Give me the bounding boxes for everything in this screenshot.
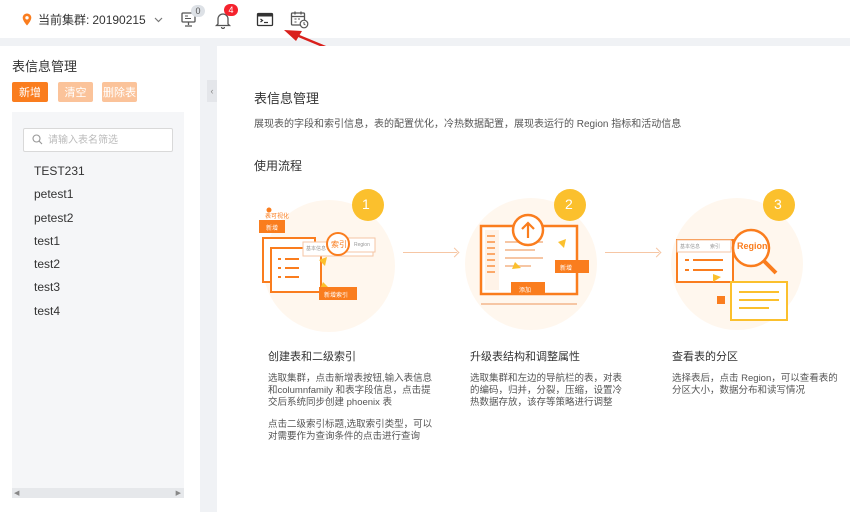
table-list-item[interactable]: test2 — [12, 253, 184, 276]
table-search-input[interactable] — [46, 131, 170, 149]
step-1-region-label: Region — [354, 242, 370, 248]
flow-title: 使用流程 — [254, 159, 303, 173]
step-2-append-label: 添加 — [519, 288, 532, 294]
flow-arrow-1 — [403, 252, 457, 253]
cluster-label: 当前集群: — [38, 13, 90, 27]
step-3-text: 选择表后，点击 Region，可以查看表的分区大小，数据分布和读写情况 — [672, 373, 838, 396]
table-list-item[interactable]: petest2 — [12, 207, 184, 230]
flow-arrow-2 — [605, 252, 659, 253]
page-description: 展现表的字段和索引信息，表的配置优化，冷热数据配置，展现表运行的 Region … — [254, 119, 682, 130]
table-search — [23, 128, 173, 152]
step-1-illustration: 1 表可视化 新增 基本信息 索引 Region 新增索引 — [257, 186, 407, 336]
table-list-item[interactable]: test3 — [12, 276, 184, 299]
search-icon — [32, 134, 43, 145]
step-1-basic-label: 基本信息 — [306, 246, 327, 252]
step-1-number: 1 — [362, 196, 370, 212]
terminal-button[interactable] — [256, 9, 276, 29]
table-list-item[interactable]: TEST231 — [12, 160, 184, 183]
step-2-illustration: 2 新增 添加 — [459, 186, 609, 336]
step-3-region-label: Region — [737, 241, 768, 251]
add-table-button[interactable]: 新增 — [12, 82, 48, 102]
table-list-item[interactable]: test4 — [12, 300, 184, 323]
cluster-selector[interactable]: 当前集群: 20190215 — [22, 11, 163, 28]
monitor-button[interactable]: 0 — [180, 5, 205, 29]
cluster-value: 20190215 — [92, 12, 146, 27]
step-2-text: 选取集群和左边的导航栏的表，对表的编码，归并，分裂，压缩，设置冷热数据存放，该存… — [470, 373, 623, 408]
top-bar: 当前集群: 20190215 0 4 — [0, 0, 850, 38]
step-2-number: 2 — [565, 196, 573, 212]
step-1-text-2: 点击二级索引标题,选取索引类型，可以对需要作为查询条件的点击进行查询 — [268, 419, 433, 442]
step-3-basic-label: 基本信息 — [680, 244, 701, 250]
page-title: 表信息管理 — [254, 91, 320, 106]
step-1-index-label: 索引 — [331, 240, 347, 249]
location-pin-icon — [22, 13, 32, 26]
notification-badge: 4 — [224, 4, 238, 16]
chevron-left-icon: ‹ — [210, 86, 214, 96]
schedule-button[interactable] — [290, 9, 310, 29]
table-list: TEST231 petest1 petest2 test1 test2 test3 test… — [12, 160, 184, 323]
step-1-text: 选取集群，点击新增表按钮,输入表信息和columnfamily 和表字段信息，点… — [268, 373, 433, 408]
step-3-title: 查看表的分区 — [672, 351, 738, 363]
chevron-down-icon — [154, 17, 163, 22]
step-1-tag: 表可视化 — [265, 214, 290, 220]
delete-table-button[interactable]: 删除表 — [102, 82, 137, 102]
sidebar-collapse-button[interactable]: ‹ — [207, 80, 217, 102]
step-2-title: 升级表结构和调整属性 — [470, 351, 580, 363]
step-3-number: 3 — [774, 196, 782, 212]
calendar-clock-icon — [290, 11, 309, 29]
step-3-illustration: 3 基本信息 索引 Region — [663, 186, 813, 336]
step-3-index-label: 索引 — [710, 244, 721, 250]
scroll-right-icon[interactable]: ▶ — [176, 489, 181, 497]
step-1-title: 创建表和二级索引 — [268, 351, 356, 363]
table-list-item[interactable]: petest1 — [12, 183, 184, 206]
step-1-add-label: 新增 — [266, 226, 279, 232]
main-content: 表信息管理 展现表的字段和索引信息，表的配置优化，冷热数据配置，展现表运行的 R… — [217, 46, 850, 512]
horizontal-scrollbar[interactable]: ◀ ▶ — [12, 488, 184, 498]
sidebar: 表信息管理 新增 清空 删除表 TEST231petest1petest2tes… — [0, 46, 200, 512]
step-1-new-index-label: 新增索引 — [324, 293, 349, 299]
monitor-badge: 0 — [191, 5, 205, 17]
sidebar-title: 表信息管理 — [12, 59, 78, 74]
table-list-panel: TEST231petest1petest2test1test2test3test… — [12, 112, 184, 498]
step-2-add-label: 新增 — [560, 266, 573, 272]
terminal-icon — [256, 12, 274, 27]
clear-button[interactable]: 清空 — [58, 82, 93, 102]
scroll-left-icon[interactable]: ◀ — [14, 489, 19, 497]
notification-button[interactable]: 4 — [214, 4, 238, 29]
table-list-item[interactable]: test1 — [12, 230, 184, 253]
